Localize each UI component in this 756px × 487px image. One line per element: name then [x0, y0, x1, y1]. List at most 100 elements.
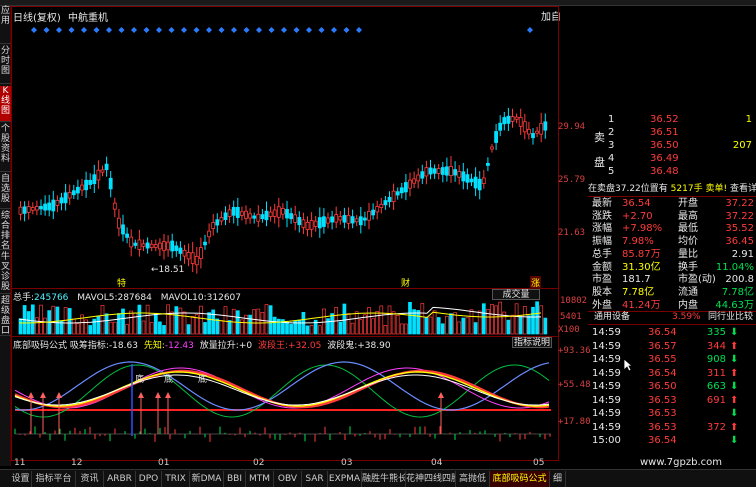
candle-body [215, 219, 220, 226]
bottom-tab[interactable]: 底部吸码公式 [490, 471, 550, 487]
volume-bar [256, 308, 261, 335]
volume-bar [145, 304, 150, 335]
indicator-help-button[interactable]: 指标说明 [512, 337, 552, 348]
candle-body [55, 200, 60, 206]
candle-body [305, 222, 310, 230]
bottom-tab[interactable]: DPO [136, 471, 162, 487]
volume-bar [174, 306, 179, 335]
bottom-tab[interactable]: 新DMA [190, 471, 224, 487]
volume-bar [436, 317, 441, 335]
volume-bar [522, 306, 527, 335]
volume-bar [141, 320, 146, 335]
event-tag[interactable]: 财 [401, 276, 410, 289]
bottom-tab[interactable]: 指标平台 [32, 471, 76, 487]
bottom-tab[interactable]: 细 [550, 471, 566, 487]
volume-bar [199, 305, 203, 335]
bottom-tab[interactable]: OBV [274, 471, 302, 487]
candle-body [477, 178, 482, 191]
tick-row: 14:59 36.54 311 ⬆ [588, 367, 756, 380]
left-tab[interactable]: 综合排名 [0, 211, 11, 251]
candle-body [395, 191, 400, 196]
signal-diamond [243, 27, 250, 33]
stat-row: 涨跌 +2.70 最高 37.22 [588, 210, 756, 223]
volume-bar [440, 323, 445, 335]
tick-price: 36.55 [648, 354, 677, 365]
ask-price: 36.52 [650, 114, 679, 125]
candle-body [141, 243, 146, 247]
stat-value: 11.04% [715, 261, 754, 273]
left-tab[interactable]: 个股资料 [0, 124, 11, 172]
volume-bar [309, 325, 314, 335]
candle-body [96, 169, 101, 181]
left-tab[interactable]: 超级盘口 [0, 296, 11, 336]
ask-row[interactable]: 4 36.49 [588, 152, 756, 165]
left-tab[interactable]: 牛叉诊股 [0, 252, 11, 294]
industry-compare-link[interactable]: 同行业比较 [708, 311, 753, 324]
left-tab[interactable]: 分时图 [0, 46, 11, 84]
candle-body [47, 202, 52, 211]
candle-body [194, 256, 199, 266]
volume-bar [264, 304, 269, 335]
up-arrow-icon: ⬆ [730, 394, 739, 406]
left-tab[interactable]: 自选股 [0, 174, 11, 209]
tick-time: 14:59 [592, 327, 621, 338]
event-tag[interactable]: 涨 [530, 276, 542, 289]
volume-bar [219, 320, 224, 335]
volume-bar [18, 318, 23, 335]
signal-diamond [356, 27, 362, 33]
event-tag[interactable]: 特 [117, 276, 126, 289]
ask-row[interactable]: 1 36.52 1 [588, 113, 756, 126]
up-arrow-icon: ⬆ [730, 340, 739, 352]
bottom-tab[interactable]: ARBR [104, 471, 136, 487]
left-tab[interactable]: K线图 [0, 86, 11, 122]
ask-row[interactable]: 3 36.50 207 [588, 139, 756, 152]
bottom-tab[interactable]: 融胜牛熊长 [362, 471, 406, 487]
tick-time: 14:59 [592, 421, 621, 433]
industry-row[interactable]: 通用设备 3.59% 同行业比较 [588, 311, 756, 324]
ask-row[interactable]: 2 36.51 [588, 126, 756, 139]
tick-time: 14:59 [592, 408, 621, 419]
signal-diamond [231, 27, 237, 33]
sell-plate-action: 卖单! [705, 184, 728, 194]
signal-diamond [343, 27, 350, 33]
signal-diamond [156, 27, 162, 33]
sell-plate-detail-link[interactable]: 查看详细 [730, 184, 756, 194]
stat-value: +2.70 [622, 210, 653, 222]
candle-body [334, 214, 339, 223]
bottom-tab[interactable]: TRIX [162, 471, 190, 487]
tick-qty: 311 [706, 367, 726, 379]
bottom-tab[interactable]: EXPMA [328, 471, 362, 487]
tick-qty: 372 [706, 421, 726, 433]
candle-body [252, 215, 257, 219]
indicator-4-label: 波段王: [257, 341, 289, 351]
volume-indicator-button[interactable]: 成交量 [492, 289, 540, 300]
date-axis-label: 03 [341, 458, 353, 468]
sell-plate-alert[interactable]: 在卖盘37.22位置有 5217手 卖单! 查看详细 [588, 183, 756, 196]
bottom-tab[interactable]: 设置 [10, 471, 32, 487]
candle-body [453, 169, 458, 176]
bottom-tab[interactable]: MTM [246, 471, 274, 487]
candle-body [387, 196, 392, 203]
volume-axis-label: 5401 [560, 312, 582, 322]
bottom-tab[interactable]: BBI [224, 471, 246, 487]
bottom-tab[interactable]: 高抛低 [456, 471, 490, 487]
candle-body [432, 168, 437, 174]
kline-chart[interactable] [11, 6, 559, 461]
candle-body [166, 241, 171, 251]
ask-row[interactable]: 5 36.48 [588, 165, 756, 178]
volume-bar [428, 316, 433, 335]
industry-label[interactable]: 通用设备 [594, 311, 630, 324]
left-tab[interactable]: 应用 [0, 6, 11, 44]
signal-diamond [93, 27, 100, 33]
bottom-tab[interactable]: 资讯 [76, 471, 104, 487]
bottom-tab[interactable]: 花神四线四胜 [406, 471, 456, 487]
stat-value: 200.8 [725, 274, 754, 286]
stat-row: 总手 85.87万 量比 2.91 [588, 248, 756, 261]
ask-level: 2 [608, 127, 615, 138]
signal-diamond [281, 27, 287, 33]
up-arrow-icon [56, 392, 62, 398]
stat-value: 85.87万 [622, 248, 661, 260]
candle-body [84, 179, 88, 191]
bottom-tab[interactable]: SAR [302, 471, 328, 487]
volume-bar [166, 304, 170, 335]
